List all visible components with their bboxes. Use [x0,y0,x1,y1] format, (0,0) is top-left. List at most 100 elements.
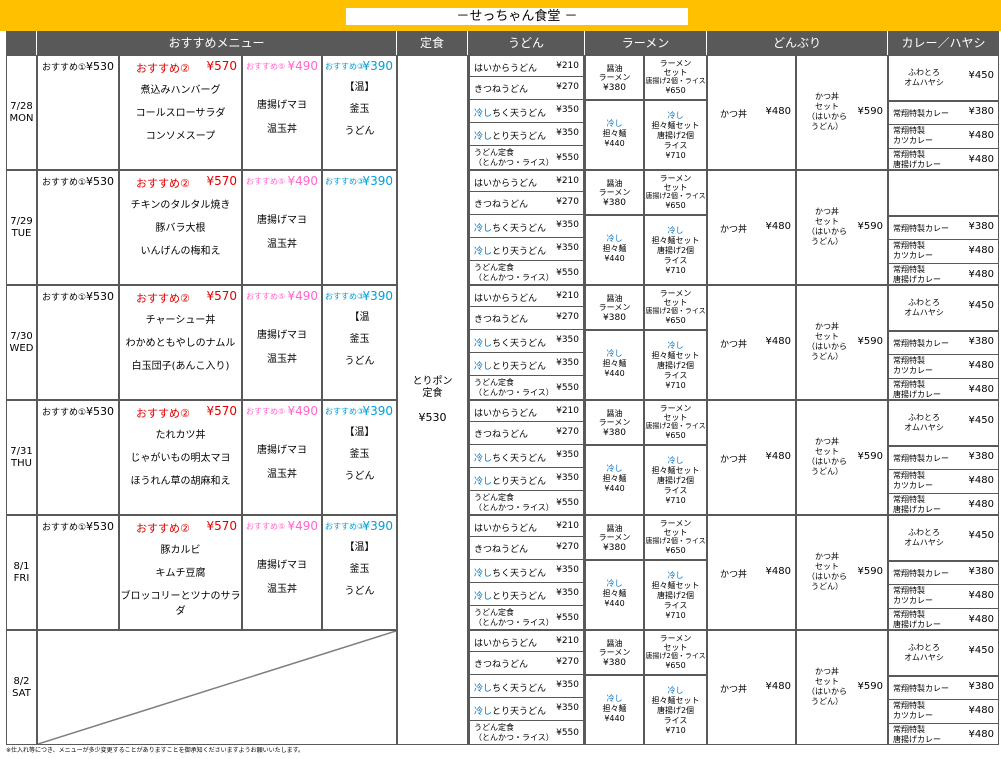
recommend-3-label: おすすめ③ [325,407,365,416]
ramen-hiyashi-line: 担々麺 [602,474,627,483]
udon-cell: はいからうどん ¥210 きつねうどん ¥270 冷しちく天うどん ¥350 冷しとり天うど… [470,401,583,514]
ramen-hiyashi-set-line: 唐揚げ2個 [656,476,695,485]
recommend-5-item: 唐揚げマヨ [257,215,307,226]
recommend-1-price: ¥530 [86,520,114,533]
recommend-2-item: たれカツ丼 [155,430,206,441]
ramen-hiyashi-set-line: 冷し [667,456,684,465]
recommend-3-item: 【温】 [344,82,375,93]
curry-omu-price: ¥450 [968,530,994,541]
curry-omu-name1: ふわとろ [908,298,940,307]
udon-hiyashi: 冷し [474,362,493,372]
udon-name-rest: ちく天うどん [492,109,547,119]
ramen-hiyashi-set-line: ¥710 [665,266,686,275]
katsudon-set-line: うどん） [811,582,843,591]
curry-special-name: 常翔特製カレー [893,109,949,118]
katsudon-set-price: ¥590 [857,566,883,577]
curry-karaage-name2: 唐揚げカレー [893,735,941,744]
recommend-2-item: じゃがいもの明太マヨ [130,453,231,464]
udon-hiyashi: 冷し [474,109,493,119]
ramen-hiyashi-cell: 冷し 担々麺 ¥440 [586,101,643,169]
udon-teishoku-sub: （とんかつ・ライス） [474,733,554,742]
ramen-shoyu-price: ¥380 [603,428,626,438]
katsudon-set-line: かつ丼 [815,207,839,216]
curry-katsu-cell: 常翔特製 カツカレー ¥480 [889,700,998,723]
ramen-shoyu-name2: ラーメン [598,303,631,312]
ramen-hiyashi-cell: 冷し 担々麺 ¥440 [586,676,643,744]
header-curry: カレー／ハヤシ [888,31,999,55]
curry-special-cell: 常翔特製カレー ¥380 [889,102,998,124]
udon-name-rest: とり天うどん [492,247,547,257]
curry-karaage-price: ¥480 [968,269,994,280]
curry-katsu-price: ¥480 [968,360,994,371]
udon-price: ¥350 [556,358,579,368]
katsudon-set-price: ¥590 [857,681,883,692]
ramen-hiyashi-set-line: ¥710 [665,151,686,160]
recommend-5-price: ¥490 [287,404,318,418]
curry-karaage-name1: 常翔特製 [893,150,925,159]
ramen-hiyashi-set-cell: 冷し 担々麺セット 唐揚げ2個 ライス ¥710 [645,216,706,284]
ramen-hiyashi-line: 冷し [606,694,623,703]
udon-row: はいからうどん ¥210 [470,171,583,192]
ramen-set-line: ラーメン [659,634,692,643]
udon-price: ¥270 [556,657,579,667]
menu-grid: 7/28 MON おすすめ① ¥530 おすすめ② ¥570 煮込みハンバーグ コールスローサ… [6,55,999,745]
curry-karaage-name1: 常翔特製 [893,265,925,274]
curry-katsu-cell: 常翔特製 カツカレー ¥480 [889,240,998,263]
curry-karaage-name1: 常翔特製 [893,495,925,504]
ramen-hiyashi-set-cell: 冷し 担々麺セット 唐揚げ2個 ライス ¥710 [645,101,706,169]
ramen-hiyashi-line: ¥440 [604,599,625,608]
curry-karaage-name1: 常翔特製 [893,610,925,619]
katsudon-set-line: セット [815,562,839,571]
recommend-5-item: 温玉丼 [267,469,297,480]
ramen-hiyashi-line: ¥440 [604,369,625,378]
recommend-3-cell: おすすめ③ ¥390 【温】 釜玉 うどん [323,516,396,629]
udon-name: きつねうどん [474,545,529,555]
curry-karaage-cell: 常翔特製 唐揚げカレー ¥480 [889,264,998,284]
ramen-shoyu-name2: ラーメン [598,418,631,427]
udon-row: きつねうどん ¥270 [470,77,583,100]
udon-hiyashi: 冷し [474,569,493,579]
udon-price: ¥350 [556,680,579,690]
recommend-3-item: 【温】 [344,427,375,438]
ramen-set-line: 唐揚げ2個・ライス [645,192,706,200]
curry-omu-name2: オムハヤシ [904,653,944,662]
recommend-3-label: おすすめ③ [325,62,365,71]
katsudon-set-line: かつ丼 [815,437,839,446]
ramen-hiyashi-line: ¥440 [604,254,625,263]
recommend-2-item: いんげんの梅和え [140,246,221,257]
ramen-hiyashi-line: 冷し [606,234,623,243]
katsudon-set-line: かつ丼 [815,552,839,561]
ramen-shoyu-cell: 醤油 ラーメン ¥380 [586,56,643,99]
day-date: 7/29 [10,215,33,227]
katsudon-set-line: セット [815,447,839,456]
udon-name-rest: ちく天うどん [492,224,547,234]
recommend-5-cell: おすすめ⑤ ¥490 唐揚げマヨ 温玉丼 [243,171,321,284]
curry-katsu-name1: 常翔特製 [893,586,925,595]
curry-katsu-price: ¥480 [968,590,994,601]
day-cell: 8/1 FRI [7,516,36,629]
udon-hiyashi: 冷し [474,247,493,257]
katsudon-set-line: かつ丼 [815,667,839,676]
udon-name: きつねうどん [474,315,529,325]
ramen-set-line: ¥650 [665,86,686,95]
curry-karaage-name2: 唐揚げカレー [893,505,941,514]
recommend-3-label: おすすめ③ [325,292,365,301]
udon-row: はいからうどん ¥210 [470,401,583,422]
ramen-set-cell: ラーメン セット 唐揚げ2個・ライス ¥650 [645,631,706,674]
ramen-set-cell: ラーメン セット 唐揚げ2個・ライス ¥650 [645,171,706,214]
udon-row: 冷しとり天うどん ¥350 [470,238,583,261]
udon-name-rest: とり天うどん [492,132,547,142]
ramen-hiyashi-line: ¥440 [604,484,625,493]
recommend-1-cell: おすすめ① ¥530 [38,401,118,514]
udon-row: 冷しとり天うどん ¥350 [470,583,583,606]
udon-name: 冷しちく天うどん [474,451,546,464]
udon-price: ¥270 [556,542,579,552]
recommend-5-price: ¥490 [287,174,318,188]
recommend-2-price: ¥570 [206,59,237,73]
curry-omu-cell: ふわとろ オムハヤシ ¥450 [889,286,998,330]
curry-special-name: 常翔特製カレー [893,569,949,578]
ramen-shoyu-name2: ラーメン [598,648,631,657]
udon-row: 冷しちく天うどん ¥350 [470,675,583,698]
udon-teishoku-sub: （とんかつ・ライス） [474,158,554,167]
recommend-2-cell: おすすめ② ¥570 煮込みハンバーグ コールスローサラダ コンソメスープ [120,56,241,169]
